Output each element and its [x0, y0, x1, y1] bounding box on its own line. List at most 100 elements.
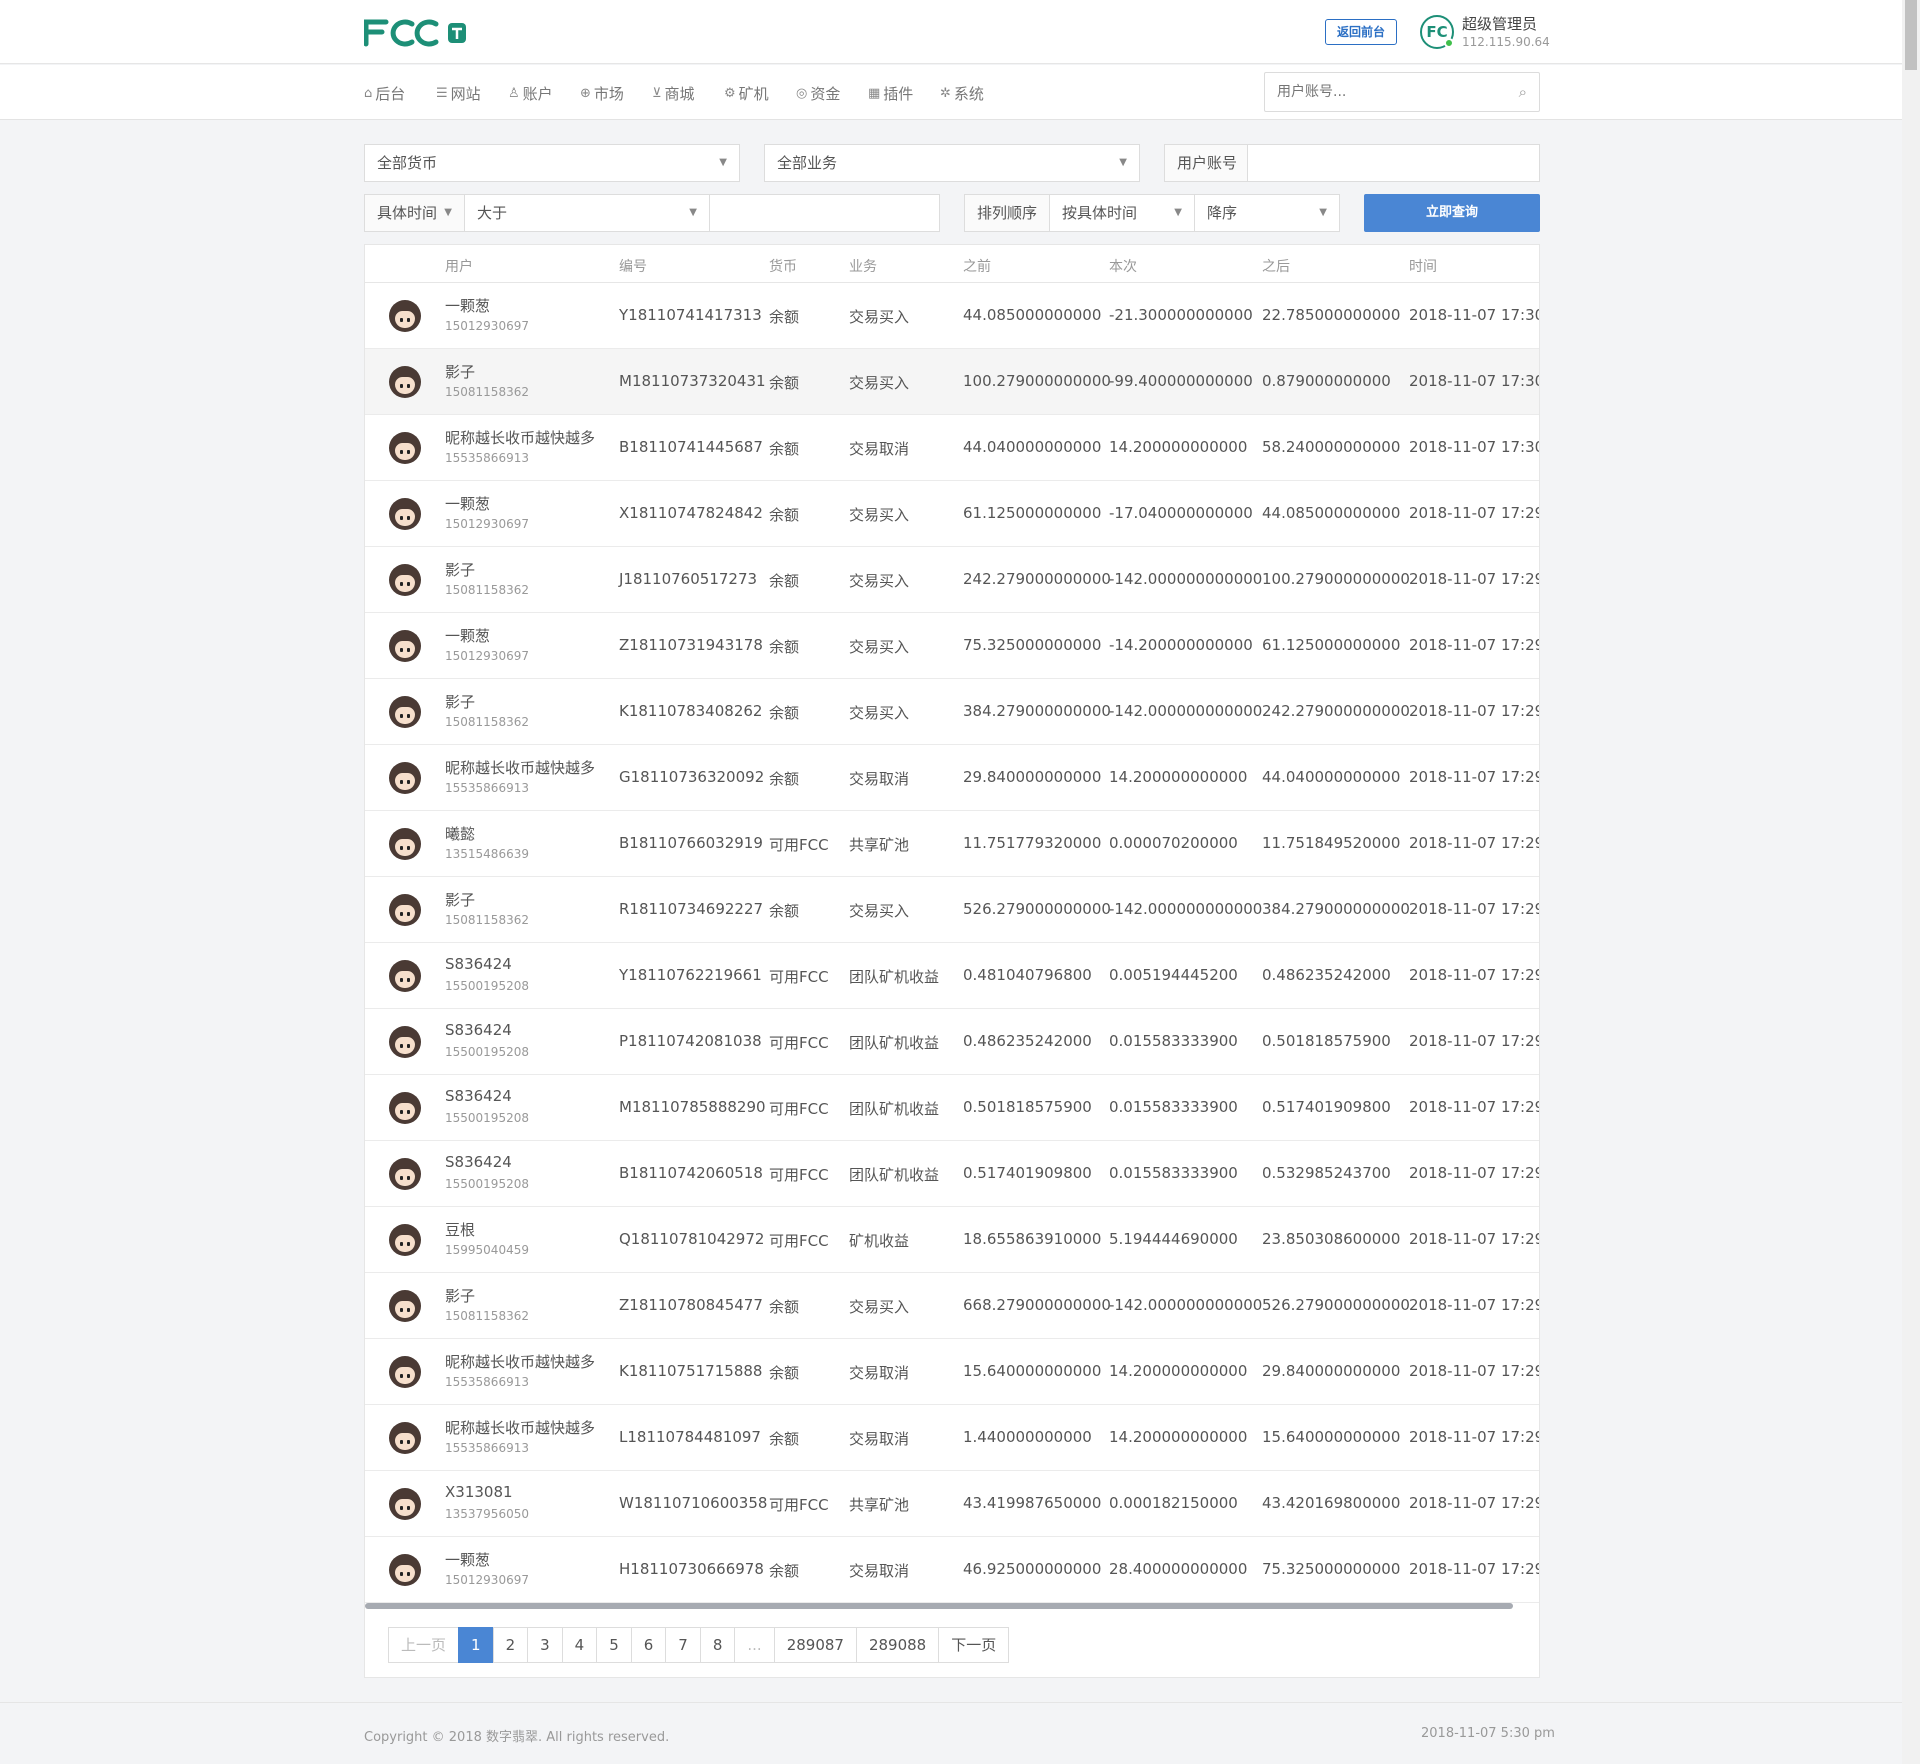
horizontal-scrollbar[interactable] — [365, 1603, 1513, 1609]
nav-item-website[interactable]: ☰ 网站 — [436, 83, 481, 104]
nav-item-miner[interactable]: ⚙ 矿机 — [724, 83, 769, 104]
nav-item-account[interactable]: ♙ 账户 — [508, 83, 553, 104]
user-name[interactable]: 影子 — [445, 1285, 475, 1306]
user-name[interactable]: 豆根 — [445, 1219, 475, 1240]
fcc-logo[interactable] — [364, 16, 470, 48]
sort-by-select[interactable]: 按具体时间 ▼ — [1049, 194, 1195, 232]
user-name[interactable]: S836424 — [445, 1087, 512, 1105]
sort-direction-select[interactable]: 降序 ▼ — [1194, 194, 1340, 232]
nav-label: 市场 — [593, 85, 624, 103]
user-name[interactable]: 一颗葱 — [445, 493, 490, 514]
currency-select[interactable]: 全部货币 ▼ — [364, 144, 740, 182]
account-input[interactable] — [1247, 144, 1540, 182]
user-account-search-input[interactable] — [1265, 73, 1495, 111]
user-name[interactable]: S836424 — [445, 955, 512, 973]
table-row[interactable]: 昵称越长收币越快越多 15535866913 L18110784481097 余额 交易… — [365, 1405, 1539, 1471]
gear-icon: ⚙ — [724, 86, 736, 101]
table-row[interactable]: 一颗葱 15012930697 X18110747824842 余额 交易买入 61.12… — [365, 481, 1539, 547]
table-row[interactable]: S836424 15500195208 P18110742081038 可用FCC 团队… — [365, 1009, 1539, 1075]
table-row[interactable]: 一颗葱 15012930697 Z18110731943178 余额 交易买入 75.32… — [365, 613, 1539, 679]
table-row[interactable]: 昵称越长收币越快越多 15535866913 G18110736320092 余额 交易… — [365, 745, 1539, 811]
user-name[interactable]: S836424 — [445, 1153, 512, 1171]
page-button[interactable]: 4 — [561, 1627, 598, 1663]
table-row[interactable]: S836424 15500195208 Y18110762219661 可用FCC 团队… — [365, 943, 1539, 1009]
nav-item-plugins[interactable]: ▦ 插件 — [868, 83, 913, 104]
nav-item-system[interactable]: ✲ 系统 — [940, 83, 984, 104]
nav-item-dashboard[interactable]: ⌂ 后台 — [364, 83, 405, 104]
nav-item-market[interactable]: ⊕ 市场 — [580, 83, 624, 104]
cell-time: 2018-11-07 17:29:30 — [1409, 1560, 1539, 1578]
page-button[interactable]: 7 — [665, 1627, 701, 1663]
page-button[interactable]: 3 — [527, 1627, 563, 1663]
query-button[interactable]: 立即查询 — [1364, 194, 1540, 232]
user-name[interactable]: 一颗葱 — [445, 625, 490, 646]
cell-currency: 余额 — [769, 506, 800, 524]
nav-search-box: ⌕ — [1264, 72, 1540, 112]
cell-currency: 可用FCC — [769, 968, 829, 986]
user-phone: 15995040459 — [445, 1243, 529, 1257]
user-name[interactable]: 影子 — [445, 691, 475, 712]
user-name[interactable]: 影子 — [445, 361, 475, 382]
user-phone: 15081158362 — [445, 913, 529, 927]
nav-item-funds[interactable]: ◎ 资金 — [796, 83, 840, 104]
page-button[interactable]: 8 — [699, 1627, 736, 1663]
user-name[interactable]: 昵称越长收币越快越多 — [445, 757, 595, 778]
col-business: 业务 — [849, 259, 877, 275]
user-name[interactable]: 一颗葱 — [445, 1549, 490, 1570]
table-row[interactable]: 影子 15081158362 K18110783408262 余额 交易买入 384.27… — [365, 679, 1539, 745]
user-name[interactable]: 昵称越长收币越快越多 — [445, 1351, 595, 1372]
user-name[interactable]: 昵称越长收币越快越多 — [445, 427, 595, 448]
table-row[interactable]: 豆根 15995040459 Q18110781042972 可用FCC 矿机收益 18.… — [365, 1207, 1539, 1273]
compare-select[interactable]: 大于 ▼ — [464, 194, 710, 232]
cell-change: -17.040000000000 — [1109, 504, 1253, 522]
cell-id: P18110742081038 — [619, 1032, 762, 1050]
page-button[interactable]: 2 — [492, 1627, 529, 1663]
user-name[interactable]: 昵称越长收币越快越多 — [445, 1417, 595, 1438]
user-name[interactable]: X313081 — [445, 1483, 513, 1501]
user-name[interactable]: 影子 — [445, 559, 475, 580]
table-row[interactable]: 昵称越长收币越快越多 15535866913 K18110751715888 余额 交易… — [365, 1339, 1539, 1405]
table-row[interactable]: 曦懿 13515486639 B18110766032919 可用FCC 共享矿池 11.… — [365, 811, 1539, 877]
cell-change: 0.000070200000 — [1109, 834, 1238, 852]
vertical-scrollbar[interactable] — [1902, 0, 1920, 1764]
page-button[interactable]: 6 — [630, 1627, 667, 1663]
search-icon[interactable]: ⌕ — [1519, 83, 1527, 101]
page-button[interactable]: 1 — [458, 1627, 494, 1663]
table-row[interactable]: 影子 15081158362 M18110737320431 余额 交易买入 100.27… — [365, 349, 1539, 415]
front-site-button[interactable]: 返回前台 — [1325, 19, 1397, 45]
table-row[interactable]: 一颗葱 15012930697 Y18110741417313 余额 交易买入 44.08… — [365, 283, 1539, 349]
table-row[interactable]: S836424 15500195208 M18110785888290 可用FCC 团队… — [365, 1075, 1539, 1141]
table-row[interactable]: 影子 15081158362 J18110760517273 余额 交易买入 242.27… — [365, 547, 1539, 613]
admin-name[interactable]: 超级管理员 — [1462, 13, 1537, 34]
user-name[interactable]: 曦懿 — [445, 823, 475, 844]
cell-after: 100.279000000000 — [1262, 570, 1410, 588]
cell-currency: 余额 — [769, 704, 800, 722]
table-row[interactable]: S836424 15500195208 B18110742060518 可用FCC 团队… — [365, 1141, 1539, 1207]
business-select[interactable]: 全部业务 ▼ — [764, 144, 1140, 182]
table-row[interactable]: 影子 15081158362 Z18110780845477 余额 交易买入 668.27… — [365, 1273, 1539, 1339]
table-row[interactable]: X313081 13537956050 W18110710600358 可用FCC 共享… — [365, 1471, 1539, 1537]
page-button[interactable]: 5 — [596, 1627, 632, 1663]
table-row[interactable]: 一颗葱 15012930697 H18110730666978 余额 交易取消 46.92… — [365, 1537, 1539, 1603]
table-row[interactable]: 昵称越长收币越快越多 15535866913 B18110741445687 余额 交易… — [365, 415, 1539, 481]
prev-page-button[interactable]: 上一页 — [388, 1627, 460, 1663]
page-button[interactable]: 289088 — [855, 1627, 940, 1663]
next-page-button[interactable]: 下一页 — [938, 1627, 1010, 1663]
page-button[interactable]: 289087 — [773, 1627, 857, 1663]
user-phone: 15081158362 — [445, 1309, 529, 1323]
user-name[interactable]: 一颗葱 — [445, 295, 490, 316]
nav-item-mall[interactable]: ⊻ 商城 — [652, 83, 695, 104]
cell-currency: 余额 — [769, 1364, 800, 1382]
time-value-input[interactable] — [709, 194, 940, 232]
cell-change: 28.400000000000 — [1109, 1560, 1248, 1578]
vertical-scrollbar-thumb[interactable] — [1905, 0, 1917, 70]
user-name[interactable]: 影子 — [445, 889, 475, 910]
table-row[interactable]: 影子 15081158362 R18110734692227 余额 交易买入 526.27… — [365, 877, 1539, 943]
cell-time: 2018-11-07 17:29:52 — [1409, 768, 1539, 786]
time-type-select[interactable]: 具体时间 ▼ — [364, 194, 465, 232]
cell-after: 0.879000000000 — [1262, 372, 1391, 390]
cell-business: 团队矿机收益 — [849, 968, 940, 986]
user-avatar — [389, 1026, 421, 1058]
cell-id: B18110766032919 — [619, 834, 763, 852]
user-name[interactable]: S836424 — [445, 1021, 512, 1039]
